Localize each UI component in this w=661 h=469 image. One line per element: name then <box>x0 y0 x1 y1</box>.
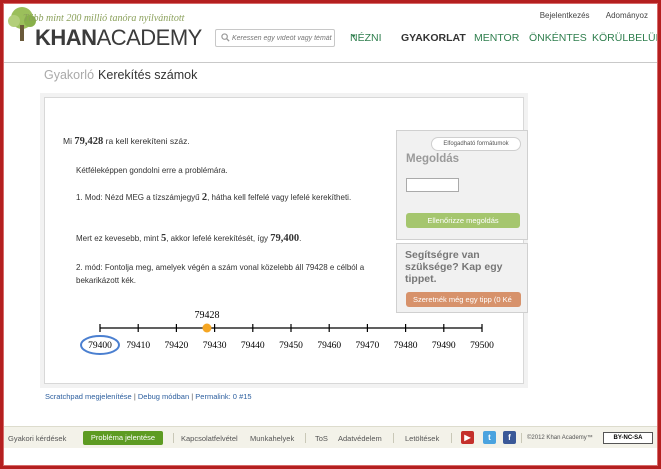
khan-tree-logo-icon[interactable] <box>5 5 39 45</box>
twitter-icon[interactable]: t <box>483 431 496 444</box>
footer-contact-link[interactable]: Kapcsolatfelvétel <box>181 434 238 443</box>
hint-paragraph-4: 2. mód: Fontolja meg, amelyek végén a sz… <box>76 263 365 285</box>
search-icon <box>221 33 230 42</box>
top-links: Bejelentkezés Adományoz <box>526 11 648 20</box>
login-link[interactable]: Bejelentkezés <box>540 11 590 20</box>
question-number: 79,428 <box>74 136 104 147</box>
number-line-tick-label: 79500 <box>470 341 494 351</box>
hint-3-number-2: 79,400 <box>270 233 300 244</box>
hint-paragraph-3: Mert ez kevesebb, mint 5, akkor lefelé k… <box>76 232 366 245</box>
number-line-tick-label: 79460 <box>317 341 341 351</box>
link-separator: | <box>133 392 136 401</box>
footer-divider <box>521 433 522 443</box>
site-footer: Gyakori kérdések Probléma jelentése Kapc… <box>3 426 658 448</box>
facebook-icon[interactable]: f <box>503 431 516 444</box>
help-panel: Segítségre van szüksége? Kap egy tippet.… <box>396 243 528 313</box>
answer-title: Megoldás <box>406 153 460 165</box>
logo-khan-text: KHAN <box>35 25 97 50</box>
footer-privacy-link[interactable]: Adatvédelem <box>338 434 382 443</box>
donate-link[interactable]: Adományoz <box>606 11 648 20</box>
chevron-down-icon: ▾ <box>352 33 356 40</box>
footer-divider <box>305 433 306 443</box>
acceptable-formats-button[interactable]: Elfogadható formátumok <box>431 137 521 151</box>
copyright-text: ©2012 Khan Academy™ <box>527 435 593 441</box>
answer-input[interactable] <box>406 178 459 192</box>
tagline: Több mint 200 millió tanóra nyilvánított <box>23 13 185 24</box>
footer-divider <box>451 433 452 443</box>
hint-3-text-b: , akkor lefelé kerekítését, így <box>166 234 269 243</box>
number-line-tick-label: 79400 <box>88 341 112 351</box>
hint-2-text-b: , hátha kell felfelé vagy lefelé kerekít… <box>207 193 352 202</box>
number-line-tick-label: 79440 <box>241 341 265 351</box>
cc-license-badge[interactable]: BY-NC-SA <box>603 432 653 444</box>
footer-jobs-link[interactable]: Munkahelyek <box>250 434 294 443</box>
khan-academy-logo[interactable]: KHANACADEMY <box>35 25 202 51</box>
nav-about[interactable]: KÖRÜLBELÜL <box>592 32 661 44</box>
answer-panel: Elfogadható formátumok Megoldás Ellenőri… <box>396 130 528 240</box>
number-line-tick-label: 79490 <box>432 341 456 351</box>
number-line-tick-label: 79470 <box>356 341 380 351</box>
scratchpad-link[interactable]: Scratchpad megjelenítése <box>45 392 132 401</box>
question-prefix: Mi <box>63 136 72 146</box>
check-answer-button[interactable]: Ellenőrizze megoldás <box>406 213 520 228</box>
help-title: Segítségre van szüksége? Kap egy tippet. <box>405 249 503 285</box>
breadcrumb[interactable]: Gyakorló <box>44 68 94 82</box>
search-box[interactable] <box>215 29 335 47</box>
site-header: Több mint 200 millió tanóra nyilvánított… <box>3 3 661 63</box>
footer-divider <box>173 433 174 443</box>
hint-3-text-c: . <box>299 234 302 243</box>
debug-links: Scratchpad megjelenítése | Debug módban … <box>45 392 252 401</box>
hint-paragraph-2: 1. Mod: Nézd MEG a tízszámjegyű 2, hátha… <box>76 191 366 204</box>
number-line-tick-label: 79450 <box>279 341 303 351</box>
nav-coach[interactable]: MENTOR <box>474 32 519 44</box>
report-problem-button[interactable]: Probléma jelentése <box>83 431 163 445</box>
nav-volunteer[interactable]: ÖNKÉNTES <box>529 32 587 44</box>
debug-mode-link[interactable]: Debug módban <box>138 392 189 401</box>
number-line-tick-label: 79480 <box>394 341 418 351</box>
number-line-point <box>202 323 212 333</box>
permalink-link[interactable]: Permalink: 0 #15 <box>195 392 251 401</box>
footer-divider <box>393 433 394 443</box>
youtube-icon[interactable]: ▶ <box>461 431 474 444</box>
number-line-tick-label: 79410 <box>126 341 150 351</box>
number-line-tick-label: 79430 <box>203 341 227 351</box>
question-suffix: ra kell kerekíteni száz. <box>105 136 190 146</box>
hint-3-text-a: Mert ez kevesebb, mint <box>76 234 159 243</box>
logo-academy-text: ACADEMY <box>96 25 203 50</box>
footer-tos-link[interactable]: ToS <box>315 434 328 443</box>
hint-paragraph-1: Kétféleképpen gondolni erre a problémára… <box>76 166 228 175</box>
nav-practice[interactable]: GYAKORLAT <box>401 32 466 44</box>
link-separator: | <box>191 392 194 401</box>
cc-license-text: BY-NC-SA <box>613 435 643 441</box>
hint-2-text-a: 1. Mod: Nézd MEG a tízszámjegyű <box>76 193 200 202</box>
page-title: Gyakorló Kerekítés számok <box>44 68 197 82</box>
number-line-tick-label: 79420 <box>165 341 189 351</box>
footer-downloads-link[interactable]: Letöltések <box>405 434 439 443</box>
question-text: Mi 79,428 ra kell kerekíteni száz. <box>63 136 190 147</box>
number-line-point-label: 79428 <box>194 310 219 321</box>
footer-faq-link[interactable]: Gyakori kérdések <box>8 434 66 443</box>
search-input[interactable] <box>232 31 332 45</box>
exercise-title: Kerekítés számok <box>98 68 198 82</box>
hint-button[interactable]: Szeretnék még egy tipp (0 Ké <box>406 292 521 307</box>
